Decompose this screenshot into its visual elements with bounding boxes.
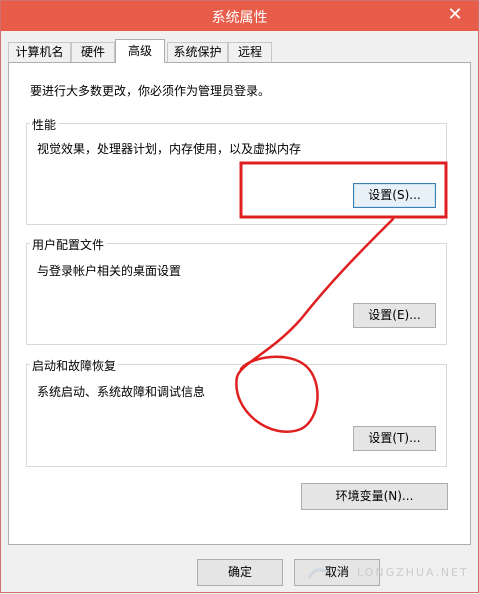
startup-recovery-settings-button[interactable]: 设置(T)... xyxy=(353,426,436,451)
tab-hardware[interactable]: 硬件 xyxy=(71,42,115,62)
watermark-graphic: LONGZHUA.NET xyxy=(307,566,469,579)
performance-group-title: 性能 xyxy=(30,116,59,133)
advanced-tab-panel: 要进行大多数更改，你必须作为管理员登录。 性能 视觉效果，处理器计划，内存使用，… xyxy=(8,62,471,545)
performance-settings-button[interactable]: 设置(S)... xyxy=(353,183,436,208)
tab-system-protection[interactable]: 系统保护 xyxy=(167,42,228,62)
startup-recovery-description: 系统启动、系统故障和调试信息 xyxy=(37,385,206,399)
user-profiles-group: 用户配置文件 与登录帐户相关的桌面设置 设置(E)... xyxy=(26,236,447,345)
environment-variables-button[interactable]: 环境变量(N)... xyxy=(301,483,448,510)
close-icon[interactable]: ✕ xyxy=(438,3,472,27)
ok-button[interactable]: 确定 xyxy=(197,559,283,586)
system-properties-window: 系统属性 ✕ 计算机名 硬件 高级 系统保护 远程 要进行大多数更改，你必须作为… xyxy=(0,0,479,593)
title-bar: 系统属性 ✕ xyxy=(1,1,478,31)
user-profiles-settings-button[interactable]: 设置(E)... xyxy=(353,303,436,328)
startup-recovery-group: 启动和故障恢复 系统启动、系统故障和调试信息 设置(T)... xyxy=(26,357,447,467)
tab-remote[interactable]: 远程 xyxy=(228,42,272,62)
svg-text:LONGZHUA.NET: LONGZHUA.NET xyxy=(357,566,469,579)
watermark-logo: LONGZHUA.NET xyxy=(305,560,475,590)
user-profiles-description: 与登录帐户相关的桌面设置 xyxy=(37,264,182,278)
tab-advanced[interactable]: 高级 xyxy=(115,39,165,63)
performance-description: 视觉效果，处理器计划，内存使用，以及虚拟内存 xyxy=(37,142,302,156)
tab-computer-name[interactable]: 计算机名 xyxy=(8,42,71,62)
window-title: 系统属性 xyxy=(211,10,268,26)
startup-recovery-group-title: 启动和故障恢复 xyxy=(30,357,119,374)
performance-group: 性能 视觉效果，处理器计划，内存使用，以及虚拟内存 设置(S)... xyxy=(26,116,447,225)
admin-notice: 要进行大多数更改，你必须作为管理员登录。 xyxy=(30,84,271,98)
user-profiles-group-title: 用户配置文件 xyxy=(30,236,107,253)
